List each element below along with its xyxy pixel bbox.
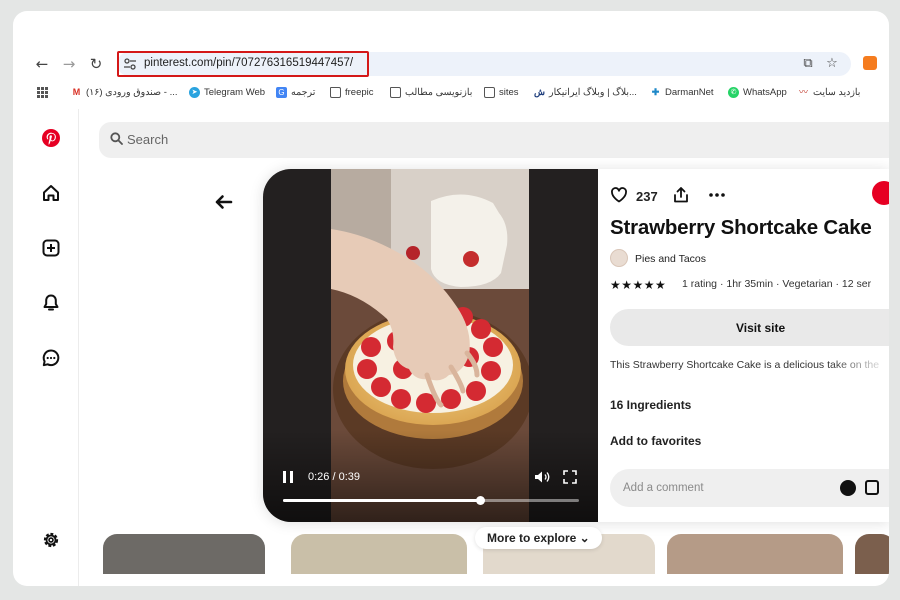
apps-grid-icon[interactable] — [37, 85, 48, 99]
create-icon[interactable] — [41, 238, 61, 258]
volume-icon[interactable] — [534, 470, 550, 484]
folder-icon — [390, 86, 401, 98]
notifications-icon[interactable] — [41, 293, 61, 313]
forward-icon[interactable]: → — [60, 55, 78, 73]
related-pin-thumbnail[interactable] — [855, 534, 889, 574]
gmail-icon: M — [72, 86, 81, 97]
url-highlight-box — [117, 51, 369, 77]
pause-icon[interactable] — [283, 471, 293, 483]
folder-icon — [330, 86, 341, 98]
video-progress-fill — [283, 499, 481, 502]
video-time: 0:26 / 0:39 — [308, 471, 360, 483]
settings-icon[interactable] — [42, 531, 60, 549]
creator-name[interactable]: Pies and Tacos — [635, 253, 706, 265]
bookmark-freepic[interactable]: freepic — [330, 85, 374, 99]
site-icon: ش — [534, 86, 545, 97]
bookmark-label: بازنویسی مطالب — [405, 86, 473, 98]
search-input[interactable] — [99, 122, 889, 158]
bookmark-translate[interactable]: G ترجمه — [276, 85, 315, 99]
bookmark-whatsapp[interactable]: ✆ WhatsApp — [728, 85, 787, 99]
add-to-favorites[interactable]: Add to favorites — [610, 434, 701, 448]
bookmark-label: بلاگ | وبلاگ ایرانیکار... — [549, 86, 637, 98]
ingredients-toggle[interactable]: 16 Ingredients — [610, 398, 691, 412]
home-icon[interactable] — [41, 183, 61, 203]
extension-icon[interactable] — [863, 56, 877, 70]
bookmark-label: Telegram Web — [204, 86, 266, 98]
more-options-icon[interactable] — [708, 186, 726, 204]
reload-icon[interactable]: ↻ — [87, 55, 105, 73]
bookmark-label: WhatsApp — [743, 86, 787, 98]
bookmark-site-visit[interactable]: 〰 بازدید سایت — [798, 85, 860, 99]
bookmark-blog[interactable]: ش بلاگ | وبلاگ ایرانیکار... — [534, 85, 637, 99]
creator-avatar[interactable] — [610, 249, 628, 267]
search-placeholder: Search — [127, 132, 169, 147]
save-button[interactable] — [872, 181, 889, 205]
visit-site-label: Visit site — [736, 321, 786, 335]
comment-placeholder: Add a comment — [623, 482, 704, 494]
folder-icon — [484, 86, 495, 98]
translate-icon: G — [276, 86, 287, 98]
pinterest-logo-icon[interactable] — [41, 128, 61, 148]
rating-stars: ★★★★★ — [610, 278, 667, 292]
bookmark-label: ترجمه — [291, 86, 316, 98]
heart-icon[interactable] — [610, 186, 628, 204]
rating-meta: 1 rating · 1hr 35min · Vegetarian · 12 s… — [682, 278, 872, 290]
bookmark-gmail[interactable]: M (۱۶) صندوق ورودی - ... — [71, 85, 178, 99]
related-pin-thumbnail[interactable] — [667, 534, 843, 574]
back-icon[interactable]: ← — [33, 55, 51, 73]
bookmark-label: بازدید سایت — [813, 86, 861, 98]
reaction-count: 237 — [636, 189, 658, 204]
pin-title: Strawberry Shortcake Cake — [610, 216, 872, 239]
emoji-icon[interactable] — [840, 480, 856, 496]
back-arrow-icon[interactable] — [212, 191, 234, 213]
bookmark-sites[interactable]: sites — [484, 85, 519, 99]
fullscreen-icon[interactable] — [563, 470, 577, 484]
bookmark-telegram[interactable]: ➤ Telegram Web — [189, 85, 265, 99]
pin-closeup-card: 0:26 / 0:39 237 Strawberry Shortcake Cak… — [263, 169, 889, 522]
install-app-icon[interactable]: ⧉ — [800, 56, 816, 72]
darmannet-icon: ✚ — [651, 86, 660, 97]
description-fade — [830, 357, 889, 373]
bookmark-darmannet[interactable]: ✚ DarmanNet — [650, 85, 714, 99]
star-icon[interactable]: ☆ — [824, 56, 840, 72]
telegram-icon: ➤ — [189, 86, 200, 98]
site-icon: 〰 — [798, 86, 808, 97]
bookmark-label: (۱۶) صندوق ورودی - ... — [86, 86, 178, 98]
more-to-explore-button[interactable]: More to explore ⌄ — [475, 527, 602, 549]
bookmark-label: freepic — [345, 86, 374, 98]
related-pin-thumbnail[interactable] — [103, 534, 265, 574]
bookmark-label: DarmanNet — [665, 86, 714, 98]
video-progress-bar[interactable] — [283, 496, 579, 505]
whatsapp-icon: ✆ — [728, 86, 739, 98]
browser-window: ← → ↻ pinterest.com/pin/7072763165194474… — [13, 11, 889, 586]
messages-icon[interactable] — [41, 348, 61, 368]
search-icon — [110, 132, 123, 145]
bookmark-rewrite[interactable]: بازنویسی مطالب — [390, 85, 472, 99]
pin-details: 237 Strawberry Shortcake Cake Pies and T… — [610, 169, 889, 522]
pin-video[interactable]: 0:26 / 0:39 — [263, 169, 598, 522]
sticker-icon[interactable] — [865, 480, 879, 495]
bookmark-label: sites — [499, 86, 519, 98]
share-icon[interactable] — [672, 186, 690, 204]
related-pin-thumbnail[interactable] — [291, 534, 467, 574]
